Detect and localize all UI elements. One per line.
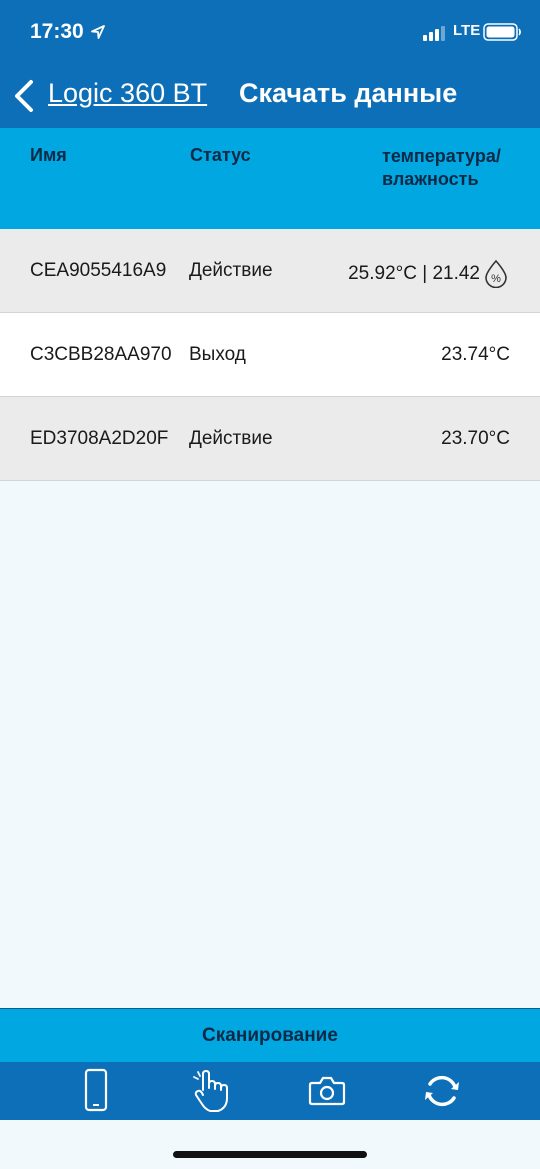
table-row[interactable]: ED3708A2D20F Действие 23.70°C <box>0 397 540 481</box>
tab-sync[interactable] <box>419 1068 465 1114</box>
table-row[interactable]: C3CBB28AA970 Выход 23.74°C <box>0 313 540 397</box>
column-header-temperature: температура/ влажность <box>382 146 501 189</box>
device-reading: 23.70°C <box>441 428 510 449</box>
network-type: LTE <box>453 22 481 39</box>
column-header-status: Статус <box>190 145 251 165</box>
back-chevron-icon[interactable] <box>12 78 36 114</box>
location-arrow-icon <box>91 25 105 39</box>
table-header: Имя Статус температура/ влажность <box>0 128 540 229</box>
header: 17:30 LTE Logic 360 BT Скачать данные <box>0 0 540 128</box>
device-status: Выход <box>189 344 246 365</box>
sync-icon <box>425 1075 459 1107</box>
scan-button[interactable]: Сканирование <box>0 1008 540 1063</box>
reading-value: 25.92°C | 21.42 <box>348 263 480 284</box>
device-status: Действие <box>189 260 273 281</box>
device-reading: 23.74°C <box>441 344 510 365</box>
tab-devices[interactable] <box>73 1068 119 1114</box>
device-name: CEA9055416A9 <box>30 260 167 281</box>
tab-bar <box>0 1062 540 1120</box>
column-header-name: Имя <box>30 145 67 165</box>
nav-bar: Logic 360 BT Скачать данные <box>0 64 540 128</box>
phone-icon <box>84 1068 108 1112</box>
device-name: ED3708A2D20F <box>30 428 169 449</box>
device-status: Действие <box>189 428 273 449</box>
camera-icon <box>308 1076 346 1106</box>
table-row[interactable]: CEA9055416A9 Действие 25.92°C | 21.42 % <box>0 229 540 313</box>
battery-icon <box>483 23 521 41</box>
home-indicator[interactable] <box>173 1151 367 1158</box>
device-list: CEA9055416A9 Действие 25.92°C | 21.42 % … <box>0 229 540 481</box>
tab-camera[interactable] <box>304 1068 350 1114</box>
back-button[interactable]: Logic 360 BT <box>48 78 207 109</box>
device-reading: 25.92°C | 21.42 % <box>348 259 510 288</box>
hand-pointer-icon <box>193 1070 228 1112</box>
device-name: C3CBB28AA970 <box>30 344 172 365</box>
page-title: Скачать данные <box>239 78 458 108</box>
status-bar: 17:30 LTE <box>0 0 540 64</box>
tab-touch[interactable] <box>188 1068 234 1114</box>
svg-text:%: % <box>491 273 501 285</box>
humidity-drop-icon: % <box>485 259 507 288</box>
status-time: 17:30 <box>30 20 84 43</box>
signal-icon <box>423 26 445 41</box>
